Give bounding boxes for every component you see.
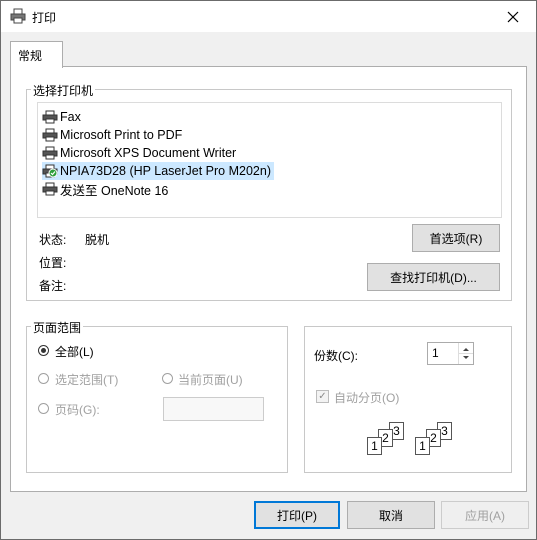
print-button[interactable]: 打印(P) [254,501,340,529]
page-range-label: 页面范围 [31,319,84,336]
copies-spinner[interactable] [458,343,473,364]
current-page-label: 当前页面(U) [178,373,243,387]
printer-name: Microsoft Print to PDF [60,128,183,142]
spin-down-icon[interactable] [463,356,469,359]
printer-icon [42,146,58,160]
printer-item-hp-laserjet[interactable]: NPIA73D28 (HP LaserJet Pro M202n) [42,162,274,180]
printer-group-label: 选择打印机 [31,82,96,99]
location-label: 位置: [39,256,67,270]
status-value: 脱机 [85,233,110,247]
status-label: 状态: [39,233,67,247]
fax-printer-icon [42,110,58,124]
printer-icon [42,128,58,142]
printer-icon [10,8,26,27]
copies-label: 份数(C): [314,349,358,363]
selection-radio[interactable] [38,373,49,384]
printer-icon [42,182,58,196]
window-title: 打印 [32,11,57,25]
tab-general[interactable]: 常规 [10,41,63,68]
page-icon: 1 [415,437,430,455]
collate-checkbox[interactable]: ✓ [316,390,329,403]
comment-label: 备注: [39,279,67,293]
close-icon [507,11,519,22]
current-page-radio[interactable] [162,373,173,384]
copies-value: 1 [432,346,439,360]
collate-label: 自动分页(O) [334,391,400,405]
all-pages-radio[interactable] [38,345,49,356]
pages-label: 页码(G): [55,403,100,417]
printer-item-pdf[interactable]: Microsoft Print to PDF [42,126,182,144]
selection-label: 选定范围(T) [55,373,119,387]
tab-general-label: 常规 [18,49,43,63]
title-bar: 打印 [1,1,536,32]
printer-name: NPIA73D28 (HP LaserJet Pro M202n) [60,164,271,178]
printer-name: Microsoft XPS Document Writer [60,146,237,160]
pages-radio[interactable] [38,403,49,414]
find-printer-button[interactable]: 查找打印机(D)... [367,263,500,291]
all-pages-label: 全部(L) [55,345,94,359]
printer-item-fax[interactable]: Fax [42,108,81,126]
printer-name: Fax [60,110,81,124]
pages-input[interactable] [163,397,264,421]
printer-name: 发送至 OneNote 16 [60,183,169,198]
preferences-button[interactable]: 首选项(R) [412,224,500,252]
apply-button[interactable]: 应用(A) [441,501,529,529]
close-button[interactable] [490,1,536,32]
default-printer-icon [42,164,58,178]
printer-list[interactable]: Fax Microsoft Print to PDF Microsoft XPS… [37,102,502,218]
page-icon: 1 [367,437,382,455]
spin-up-icon[interactable] [463,348,469,351]
printer-item-xps[interactable]: Microsoft XPS Document Writer [42,144,236,162]
cancel-button[interactable]: 取消 [347,501,435,529]
copies-input[interactable]: 1 [427,342,474,365]
print-dialog: 打印 常规 选择打印机 Fax Microsoft Print to PDF M… [0,0,537,540]
printer-item-onenote[interactable]: 发送至 OneNote 16 [42,180,168,198]
